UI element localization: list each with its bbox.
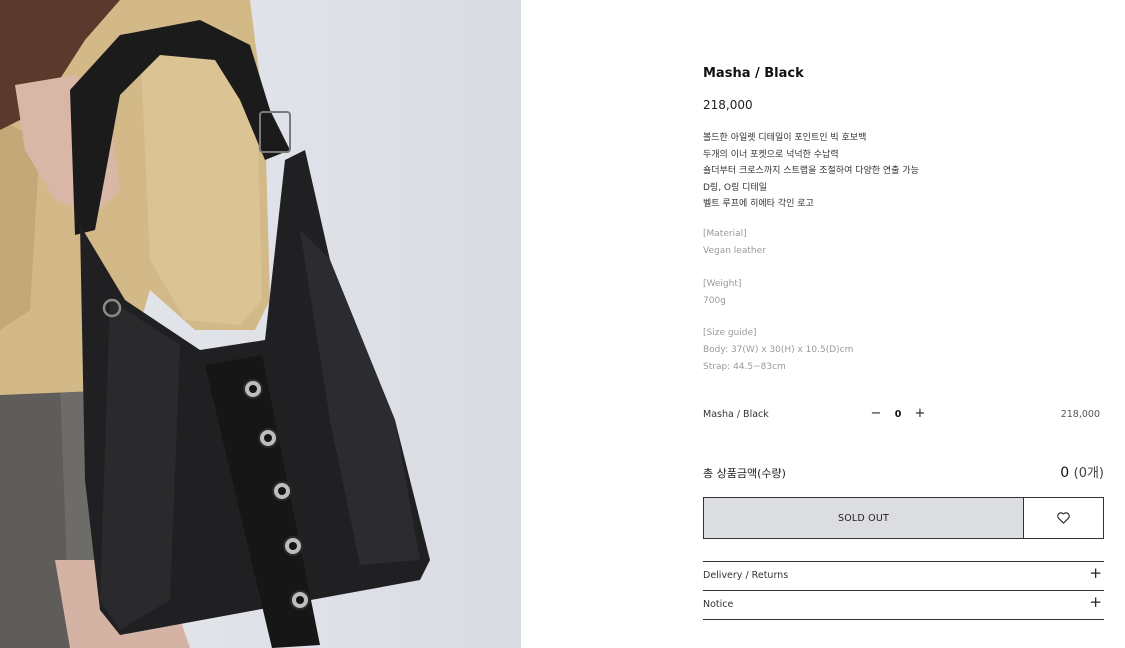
- material-value: Vegan leather: [703, 246, 766, 256]
- weight-value: 700g: [703, 296, 726, 306]
- accordion-notice[interactable]: Notice +: [703, 590, 1104, 619]
- bag-highlight: [100, 300, 180, 630]
- accordion-label: Notice: [703, 599, 734, 610]
- product-image: [0, 0, 521, 648]
- total-row: 총 상품금액(수량) 0 (0개): [703, 460, 1104, 484]
- quantity-stepper: − 0 +: [868, 405, 928, 425]
- product-price: 218,000: [703, 98, 753, 112]
- size-guide-heading: [Size guide]: [703, 328, 757, 338]
- minus-icon[interactable]: −: [868, 406, 884, 422]
- description-line: 볼드한 아일렛 디테일이 포인트인 빅 호보백: [703, 133, 867, 143]
- total-label: 총 상품금액(수량): [703, 467, 786, 480]
- skirt-shadow: [0, 383, 70, 648]
- description-line: 벨트 루프에 히에타 각인 로고: [703, 199, 814, 209]
- quantity-value[interactable]: 0: [888, 409, 908, 420]
- plus-icon[interactable]: +: [912, 406, 928, 422]
- description-line: D링, O링 디테일: [703, 182, 767, 193]
- wishlist-button[interactable]: [1023, 497, 1104, 539]
- total-amount: 0: [1060, 465, 1070, 481]
- size-guide-strap: Strap: 44.5~83cm: [703, 362, 786, 372]
- plus-icon[interactable]: +: [1089, 566, 1102, 581]
- option-price: 218,000: [1060, 409, 1100, 420]
- product-photo-illustration: [0, 0, 430, 648]
- description-line: 숄더부터 크로스까지 스트랩을 조절하여 다양한 연출 가능: [703, 166, 919, 176]
- accordion-label: Delivery / Returns: [703, 570, 789, 581]
- material-section: [Material] Vegan leather: [703, 226, 766, 260]
- sold-out-button[interactable]: SOLD OUT: [703, 497, 1024, 539]
- selected-option-row: Masha / Black − 0 + 218,000: [703, 405, 1104, 425]
- accordion-delivery-returns[interactable]: Delivery / Returns +: [703, 561, 1104, 590]
- product-title: Masha / Black: [703, 66, 804, 81]
- purchase-actions: SOLD OUT: [703, 497, 1104, 539]
- size-guide-section: [Size guide] Body: 37(W) x 30(H) x 10.5(…: [703, 325, 853, 376]
- accordion-divider: [703, 619, 1104, 620]
- plus-icon[interactable]: +: [1089, 595, 1102, 610]
- material-heading: [Material]: [703, 229, 747, 239]
- description-line: 두개의 이너 포켓으로 넉넉한 수납력: [703, 149, 839, 160]
- total-value: 0 (0개): [1060, 462, 1104, 481]
- product-description: 볼드한 아일렛 디테일이 포인트인 빅 호보백 두개의 이너 포켓으로 넉넉한 …: [703, 130, 919, 213]
- weight-section: [Weight] 700g: [703, 276, 741, 310]
- product-info-panel: Masha / Black 218,000 볼드한 아일렛 디테일이 포인트인 …: [703, 0, 1104, 648]
- weight-heading: [Weight]: [703, 279, 742, 289]
- heart-icon: [1057, 512, 1070, 524]
- option-name: Masha / Black: [703, 409, 769, 420]
- total-count: (0개): [1073, 466, 1104, 481]
- size-guide-body: Body: 37(W) x 30(H) x 10.5(D)cm: [703, 345, 854, 355]
